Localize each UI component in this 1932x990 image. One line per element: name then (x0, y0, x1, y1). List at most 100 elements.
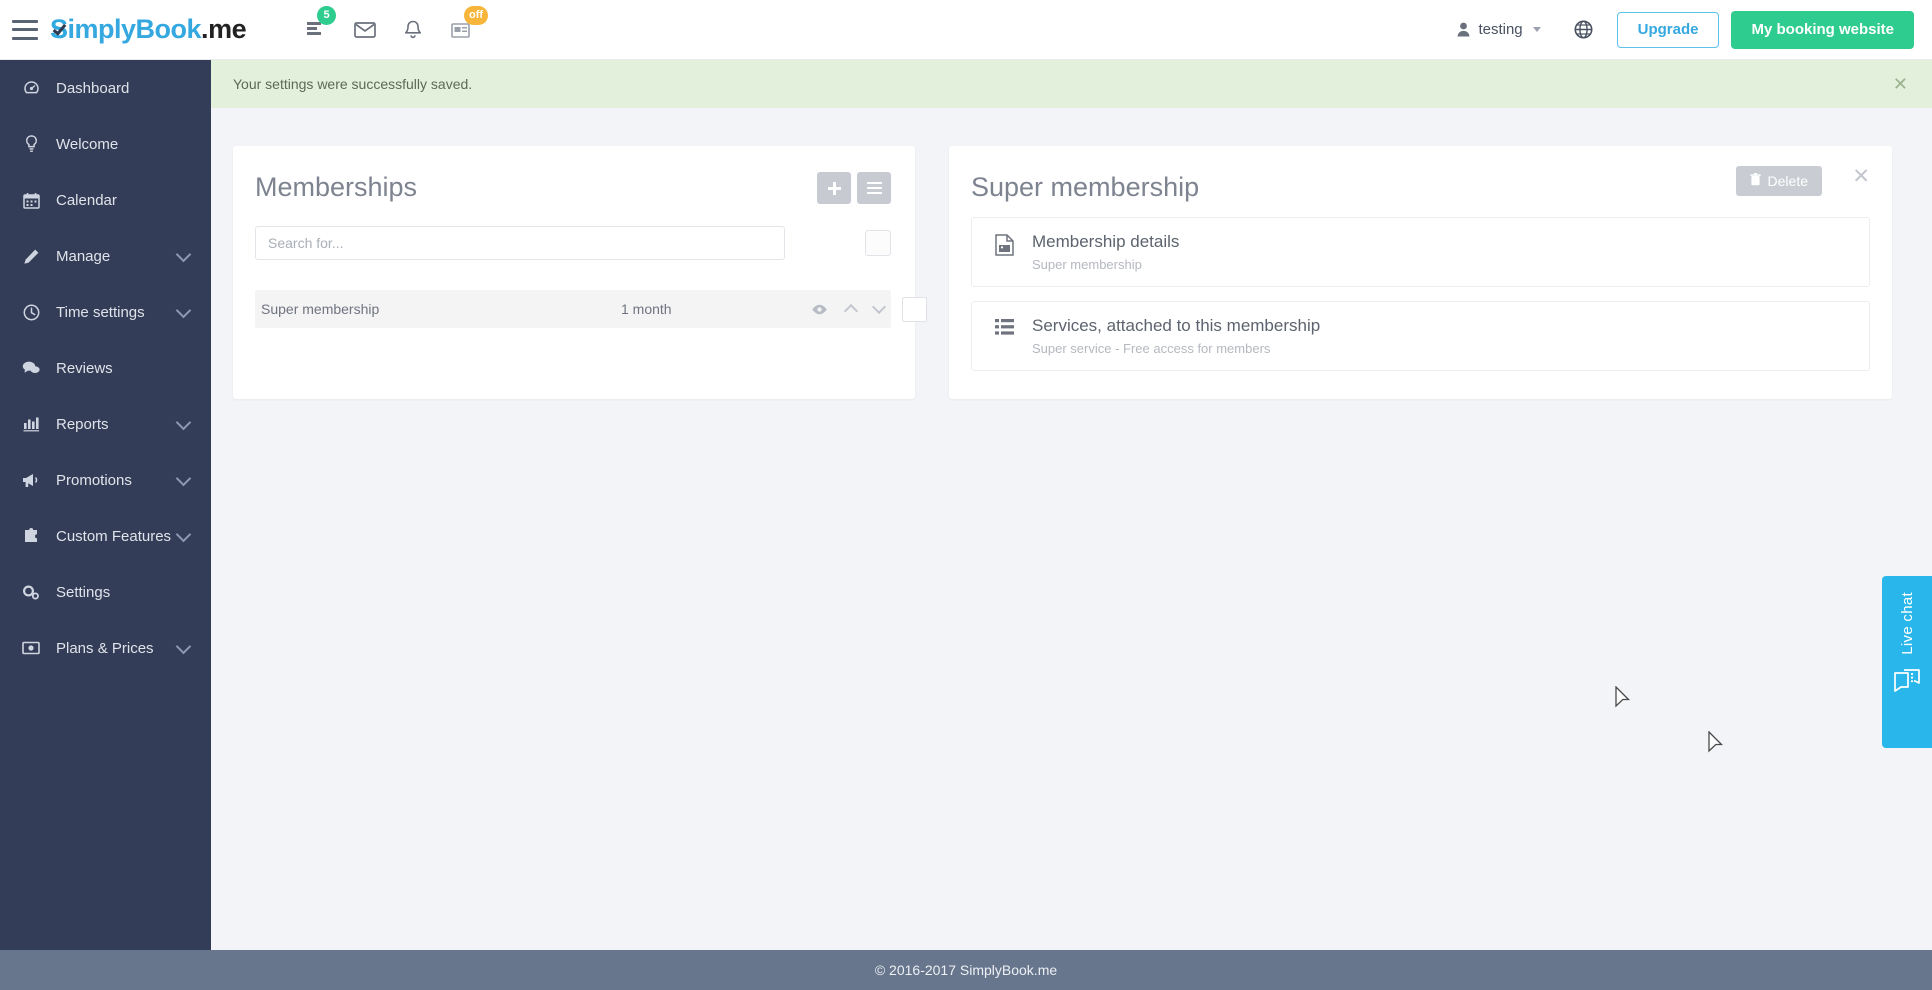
detail-item-membership-details[interactable]: Membership details Super membership (971, 217, 1870, 287)
select-all-checkbox[interactable] (865, 230, 891, 256)
sidebar-item-label: Plans & Prices (56, 639, 154, 657)
sidebar-navigation: Dashboard Welcome Calendar Manage Time s… (0, 60, 211, 950)
page-title: Memberships (255, 172, 418, 202)
brand-tld: me (208, 14, 247, 44)
person-icon (1458, 22, 1470, 37)
copyright-text: © 2016-2017 SimplyBook.me (874, 962, 1058, 978)
sidebar-item-label: Reports (56, 415, 109, 433)
row-action-group (811, 296, 933, 322)
document-image-icon (990, 232, 1018, 256)
money-icon (20, 641, 42, 655)
success-alert: Your settings were successfully saved. ✕ (211, 60, 1932, 108)
sidebar-item-calendar[interactable]: Calendar (0, 172, 211, 228)
row-checkbox[interactable] (902, 296, 927, 322)
detail-panel-title: Super membership (971, 172, 1200, 202)
brand-s-letter: S (50, 14, 68, 44)
comments-icon (20, 360, 42, 376)
chat-bubble-icon (1893, 668, 1921, 700)
upgrade-button[interactable]: Upgrade (1616, 11, 1720, 48)
gears-icon (20, 584, 42, 601)
mail-icon[interactable] (342, 8, 388, 52)
list-icon (866, 182, 882, 194)
globe-icon[interactable] (1557, 0, 1611, 60)
sidebar-item-settings[interactable]: Settings (0, 564, 211, 620)
chevron-down-icon (1532, 27, 1541, 32)
brand-dot: . (201, 14, 209, 44)
add-membership-button[interactable] (817, 172, 851, 204)
bell-icon[interactable] (390, 8, 436, 52)
sidebar-item-label: Manage (56, 247, 111, 265)
close-icon[interactable]: ✕ (1893, 75, 1908, 93)
header-right-group: testing Upgrade My booking website (1441, 0, 1932, 60)
close-icon[interactable]: ✕ (1852, 166, 1870, 187)
sidebar-item-plans-prices[interactable]: Plans & Prices (0, 620, 211, 676)
sidebar-item-label: Custom Features (56, 527, 172, 545)
detail-item-services-attached[interactable]: Services, attached to this membership Su… (971, 301, 1870, 371)
sidebar-item-label: Settings (56, 583, 111, 601)
detail-item-title: Membership details (1032, 232, 1180, 251)
delete-button-label: Delete (1767, 173, 1808, 189)
page-footer: © 2016-2017 SimplyBook.me (0, 950, 1932, 990)
user-name-label: testing (1478, 21, 1523, 38)
sidebar-item-reviews[interactable]: Reviews (0, 340, 211, 396)
main-content-area: Your settings were successfully saved. ✕… (211, 60, 1932, 950)
memberships-panel-header: Memberships (255, 172, 891, 204)
sidebar-item-label: Calendar (56, 191, 117, 209)
chevron-down-icon (175, 302, 192, 318)
chevron-down-icon (175, 414, 192, 430)
sidebar-item-dashboard[interactable]: Dashboard (0, 60, 211, 116)
brand-name: implyBook (67, 14, 202, 44)
eye-icon[interactable] (811, 304, 828, 315)
user-menu[interactable]: testing (1441, 0, 1556, 60)
hamburger-icon[interactable] (12, 19, 38, 40)
chevron-down-icon (175, 526, 192, 542)
top-header-bar: S implyBook. me 5 off testing Upgrade My… (0, 0, 1932, 60)
tasks-icon[interactable]: 5 (294, 5, 340, 52)
detail-item-text: Services, attached to this membership Su… (1032, 316, 1320, 356)
pencil-icon (20, 248, 42, 265)
sidebar-item-label: Dashboard (56, 79, 130, 97)
sidebar-item-promotions[interactable]: Promotions (0, 452, 211, 508)
speedometer-icon (20, 80, 42, 97)
memberships-panel: Memberships Search for... Super membersh… (233, 146, 927, 399)
sidebar-item-welcome[interactable]: Welcome (0, 116, 211, 172)
chevron-up-icon[interactable] (843, 303, 859, 319)
trash-icon (1749, 173, 1761, 189)
membership-name: Super membership (261, 301, 380, 317)
calendar-icon (20, 192, 42, 209)
live-chat-label: Live chat (1898, 592, 1916, 655)
list-icon (990, 316, 1018, 336)
delete-button[interactable]: Delete (1735, 166, 1822, 196)
bar-chart-icon (20, 416, 42, 432)
membership-detail-panel: Super membership Delete ✕ Membership det… (949, 146, 1892, 399)
news-badge: off (464, 5, 489, 25)
megaphone-icon (20, 472, 42, 488)
sidebar-item-label: Welcome (56, 135, 119, 153)
header-icon-group: 5 off (294, 5, 489, 52)
sidebar-item-manage[interactable]: Manage (0, 228, 211, 284)
sidebar-item-custom-features[interactable]: Custom Features (0, 508, 211, 564)
brand-logo[interactable]: S implyBook. me (50, 14, 247, 45)
lightbulb-icon (20, 135, 42, 153)
news-icon[interactable]: off (438, 5, 489, 52)
my-booking-website-button[interactable]: My booking website (1731, 10, 1914, 49)
puzzle-icon (20, 528, 42, 544)
chevron-down-icon (175, 246, 192, 262)
memberships-toolbar (817, 172, 891, 204)
sidebar-item-time-settings[interactable]: Time settings (0, 284, 211, 340)
tasks-badge: 5 (317, 5, 337, 25)
panels-row: Memberships Search for... Super membersh… (211, 108, 1932, 399)
detail-item-text: Membership details Super membership (1032, 232, 1179, 272)
detail-item-title: Services, attached to this membership (1032, 316, 1321, 335)
sidebar-item-reports[interactable]: Reports (0, 396, 211, 452)
live-chat-widget[interactable]: Live chat (1882, 576, 1932, 748)
alert-message: Your settings were successfully saved. (233, 76, 473, 92)
detail-item-subtitle: Super membership (1032, 257, 1142, 272)
table-row[interactable]: Super membership 1 month (255, 290, 927, 328)
search-input[interactable] (255, 226, 785, 260)
list-options-button[interactable] (857, 172, 891, 204)
sidebar-item-label: Time settings (56, 303, 145, 321)
chevron-down-icon[interactable] (871, 299, 887, 315)
chevron-down-icon (175, 470, 192, 486)
plus-icon (827, 181, 842, 196)
